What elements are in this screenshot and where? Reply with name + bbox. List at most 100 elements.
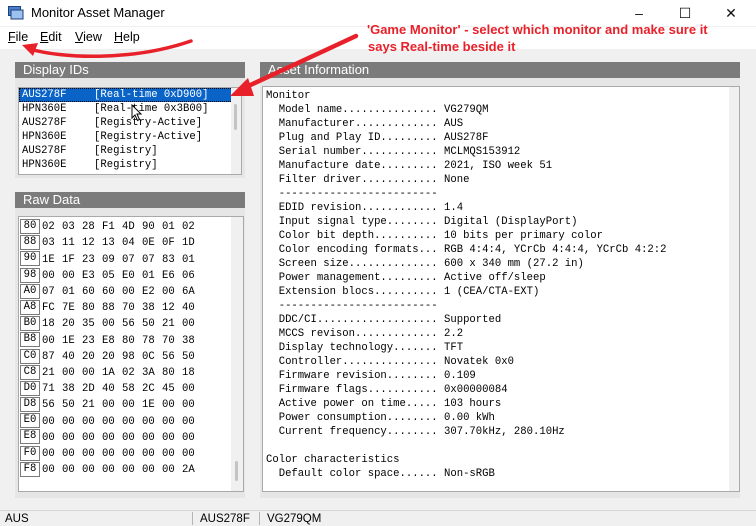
hex-byte: 1E xyxy=(142,399,155,412)
hex-byte: 23 xyxy=(82,334,95,347)
display-id: AUS278F xyxy=(22,145,67,157)
hex-byte: 00 xyxy=(102,431,115,444)
hex-byte: FC xyxy=(42,302,55,315)
menu-edit[interactable]: Edit xyxy=(40,30,62,44)
hex-byte: 00 xyxy=(162,464,175,477)
hex-byte: 09 xyxy=(102,253,115,266)
hex-byte: 83 xyxy=(162,253,175,266)
hex-byte: 00 xyxy=(62,464,75,477)
hex-byte: 03 xyxy=(42,237,55,250)
hex-byte: 20 xyxy=(102,350,115,363)
hex-byte: 12 xyxy=(82,237,95,250)
hex-byte: 00 xyxy=(142,447,155,460)
hex-byte: 38 xyxy=(62,383,75,396)
hex-byte: 00 xyxy=(82,464,95,477)
asset-info-scrollbar[interactable] xyxy=(729,87,739,491)
display-ids-list[interactable]: AUS278F [Real-time 0xD900] HPN360E [Real-ti… xyxy=(18,87,242,175)
hex-byte: 00 xyxy=(42,269,55,282)
hex-address: C8 xyxy=(20,364,40,380)
hex-byte: 2A xyxy=(182,464,195,477)
hex-byte: 00 xyxy=(182,447,195,460)
display-id-row[interactable]: AUS278F [Real-time 0xD900] xyxy=(19,88,241,102)
scrollbar-thumb[interactable] xyxy=(235,461,238,481)
hex-byte: 0E xyxy=(142,237,155,250)
raw-data-hex-view[interactable]: 80 02 03 28 F1 4D 90 01 02 88 03 11 12 13 04 0E 0F 1D 90 1E… xyxy=(18,216,244,492)
hex-byte: 71 xyxy=(42,383,55,396)
hex-byte: 06 xyxy=(182,269,195,282)
annotation-text: 'Game Monitor' - select which monitor an… xyxy=(367,22,708,54)
hex-byte: 0F xyxy=(162,237,175,250)
close-button[interactable]: ✕ xyxy=(708,0,754,26)
hex-byte: 03 xyxy=(62,221,75,234)
scrollbar-thumb[interactable] xyxy=(234,104,237,130)
asset-info-line: Current frequency........ 307.70kHz, 280… xyxy=(266,426,565,438)
asset-info-line: Firmware revision........ 0.109 xyxy=(266,370,476,382)
display-mode: [Registry-Active] xyxy=(94,117,203,129)
hex-byte: E0 xyxy=(122,269,135,282)
display-id: HPN360E xyxy=(22,159,67,171)
status-model: VG279QM xyxy=(267,513,322,525)
display-id-row[interactable]: HPN360E [Registry] xyxy=(19,158,241,172)
hex-byte: 28 xyxy=(82,221,95,234)
hex-byte: 00 xyxy=(182,318,195,331)
display-ids-scrollbar[interactable] xyxy=(231,88,241,174)
hex-byte: 40 xyxy=(62,350,75,363)
asset-info-line: Controller............... Novatek 0x0 xyxy=(266,356,514,368)
hex-row: 90 1E 1F 23 09 07 07 83 01 xyxy=(20,251,243,267)
hex-address: E8 xyxy=(20,429,40,445)
hex-byte: 00 xyxy=(62,366,75,379)
display-mode: [Registry-Active] xyxy=(94,131,203,143)
menu-view[interactable]: View xyxy=(75,30,102,44)
hex-byte: 1A xyxy=(102,366,115,379)
hex-byte: 13 xyxy=(102,237,115,250)
hex-byte: 00 xyxy=(62,269,75,282)
asset-info-line: Display technology....... TFT xyxy=(266,342,464,354)
hex-address: 90 xyxy=(20,251,40,267)
hex-byte: E8 xyxy=(102,334,115,347)
hex-byte: 20 xyxy=(62,318,75,331)
hex-byte: 60 xyxy=(82,286,95,299)
hex-byte: 60 xyxy=(102,286,115,299)
mouse-cursor-icon xyxy=(131,104,143,122)
menu-file[interactable]: File xyxy=(8,30,28,44)
display-id: AUS278F xyxy=(22,117,67,129)
hex-byte: 70 xyxy=(162,334,175,347)
asset-info-line: Input signal type........ Digital (Displ… xyxy=(266,216,578,228)
hex-byte: 00 xyxy=(62,447,75,460)
hex-byte: 38 xyxy=(142,302,155,315)
hex-byte: 00 xyxy=(122,464,135,477)
menu-help[interactable]: Help xyxy=(114,30,140,44)
asset-info-line: Color bit depth.......... 10 bits per pr… xyxy=(266,230,603,242)
hex-byte: 00 xyxy=(182,399,195,412)
hex-byte: 07 xyxy=(142,253,155,266)
hex-byte: 05 xyxy=(102,269,115,282)
hex-address: E0 xyxy=(20,413,40,429)
hex-byte: 00 xyxy=(42,447,55,460)
display-id-row[interactable]: AUS278F [Registry-Active] xyxy=(19,116,241,130)
asset-info-text[interactable]: Monitor Model name............... VG279Q… xyxy=(262,86,740,492)
hex-byte: 01 xyxy=(142,269,155,282)
hex-byte: 00 xyxy=(82,415,95,428)
asset-info-line: Power consumption........ 0.00 kWh xyxy=(266,412,495,424)
asset-info-line: Plug and Play ID......... AUS278F xyxy=(266,132,489,144)
raw-data-scrollbar[interactable] xyxy=(231,217,243,491)
hex-byte: 11 xyxy=(62,237,75,250)
display-id-row[interactable]: AUS278F [Registry] xyxy=(19,144,241,158)
hex-byte: 23 xyxy=(82,253,95,266)
hex-row: B8 00 1E 23 E8 80 78 70 38 xyxy=(20,332,243,348)
hex-byte: 1D xyxy=(182,237,195,250)
hex-byte: 98 xyxy=(122,350,135,363)
display-id-row[interactable]: HPN360E [Registry-Active] xyxy=(19,130,241,144)
hex-byte: 45 xyxy=(162,383,175,396)
hex-row: E0 00 00 00 00 00 00 00 00 xyxy=(20,413,243,429)
display-id-row[interactable]: HPN360E [Real-time 0x3B00] xyxy=(19,102,241,116)
hex-byte: 21 xyxy=(162,318,175,331)
hex-byte: 00 xyxy=(142,431,155,444)
hex-byte: 00 xyxy=(142,415,155,428)
hex-byte: 1E xyxy=(62,334,75,347)
hex-byte: 00 xyxy=(162,399,175,412)
display-id: HPN360E xyxy=(22,103,67,115)
status-pnp-id: AUS278F xyxy=(200,513,250,525)
asset-info-line: Model name............... VG279QM xyxy=(266,104,489,116)
hex-byte: 80 xyxy=(82,302,95,315)
